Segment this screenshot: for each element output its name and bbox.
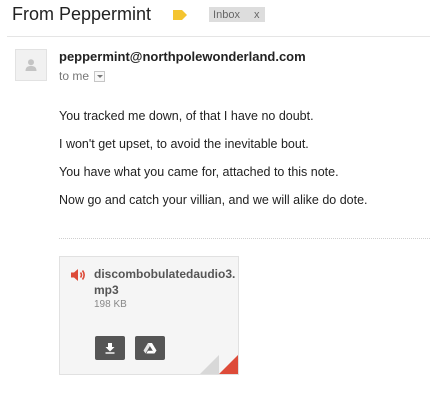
person-icon: [25, 59, 37, 71]
attachment-type-corner: [219, 355, 238, 374]
audio-icon: [71, 269, 85, 281]
attachments-divider: [59, 238, 430, 239]
inbox-label: Inbox: [213, 8, 240, 21]
attachment-size: 198 KB: [94, 299, 127, 310]
recipient-row: to me: [59, 69, 106, 83]
body-line: Now go and catch your villian, and we wi…: [59, 193, 368, 207]
body-line: I won't get upset, to avoid the inevitab…: [59, 137, 309, 151]
label-tag-icon[interactable]: [173, 9, 188, 20]
google-drive-icon: [143, 343, 157, 354]
attachment-fold: [200, 355, 219, 374]
sender-email[interactable]: peppermint@northpolewonderland.com: [59, 49, 306, 64]
download-icon: [105, 343, 115, 354]
attachment-card[interactable]: discombobulatedaudio3.mp3 198 KB: [59, 256, 239, 375]
remove-label-button[interactable]: x: [254, 9, 260, 21]
inbox-label-chip: Inbox x: [209, 7, 266, 22]
header-divider: [7, 36, 430, 37]
download-button[interactable]: [95, 336, 125, 360]
recipient-label: to me: [59, 69, 90, 83]
message-body: You tracked me down, of that I have no d…: [59, 108, 419, 220]
recipient-details-dropdown[interactable]: [94, 70, 106, 82]
body-line: You tracked me down, of that I have no d…: [59, 109, 314, 123]
subject-row: From Peppermint Inbox x: [12, 4, 266, 25]
body-line: You have what you came for, attached to …: [59, 165, 339, 179]
attachment-filename[interactable]: discombobulatedaudio3.mp3: [94, 266, 236, 298]
email-subject: From Peppermint: [12, 4, 152, 24]
save-to-drive-button[interactable]: [135, 336, 165, 360]
sender-avatar[interactable]: [15, 49, 47, 81]
